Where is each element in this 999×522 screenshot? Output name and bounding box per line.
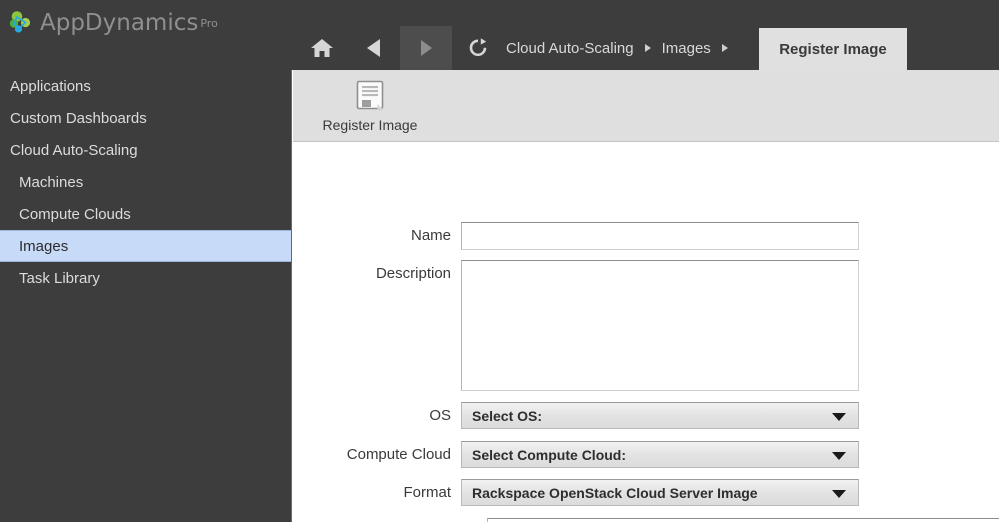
arrow-left-icon xyxy=(367,39,380,57)
register-image-form: Name Description OS Select OS: Compute C… xyxy=(293,143,999,522)
content-area: Register Image Name Description OS Selec… xyxy=(293,70,999,522)
compute-cloud-dropdown-value: Select Compute Cloud: xyxy=(472,446,627,463)
sidebar-item-label: Machines xyxy=(19,173,84,191)
chevron-down-icon xyxy=(832,489,846,498)
compute-cloud-dropdown[interactable]: Select Compute Cloud: xyxy=(461,441,859,468)
description-textarea[interactable] xyxy=(461,260,859,391)
form-row-os: OS Select OS: xyxy=(321,402,859,430)
sidebar-item-label: Compute Clouds xyxy=(19,205,131,223)
sidebar-item-images[interactable]: Images xyxy=(0,230,291,262)
sidebar-item-compute-clouds[interactable]: Compute Clouds xyxy=(0,198,291,230)
format-dropdown[interactable]: Rackspace OpenStack Cloud Server Image xyxy=(461,479,859,506)
arrow-right-icon xyxy=(421,40,432,56)
description-label: Description xyxy=(375,265,451,282)
image-ref-input[interactable] xyxy=(487,518,999,522)
chevron-down-icon xyxy=(832,451,846,460)
sidebar-item-label: Custom Dashboards xyxy=(10,109,147,127)
brand: AppDynamics Pro xyxy=(8,6,218,40)
breadcrumb-item-images[interactable]: Images xyxy=(660,40,713,57)
sidebar-item-applications[interactable]: Applications xyxy=(0,70,291,102)
top-header: AppDynamics Pro Cloud Auto-Scaling Image… xyxy=(0,0,999,70)
nav-buttons xyxy=(296,26,504,70)
brand-name: AppDynamics xyxy=(40,9,199,36)
refresh-button[interactable] xyxy=(452,26,504,70)
register-image-button[interactable]: Register Image xyxy=(318,78,422,133)
form-row-compute-cloud: Compute Cloud Select Compute Cloud: xyxy=(321,441,859,469)
sidebar-item-label: Applications xyxy=(10,77,91,95)
breadcrumb-tab-register-image[interactable]: Register Image xyxy=(759,28,907,70)
sidebar-item-custom-dashboards[interactable]: Custom Dashboards xyxy=(0,102,291,134)
format-dropdown-value: Rackspace OpenStack Cloud Server Image xyxy=(472,484,758,501)
form-row-image-ref: Image Ref✱ xyxy=(321,518,999,522)
molecule-logo-icon xyxy=(8,10,34,36)
home-button[interactable] xyxy=(296,26,348,70)
breadcrumb-separator-icon xyxy=(644,44,651,52)
form-row-name: Name xyxy=(321,222,859,250)
breadcrumb: Cloud Auto-Scaling Images xyxy=(504,26,737,70)
sidebar-item-cloud-auto-scaling[interactable]: Cloud Auto-Scaling xyxy=(0,134,291,166)
compute-cloud-label: Compute Cloud xyxy=(346,446,451,463)
save-floppy-icon xyxy=(356,80,384,110)
sidebar-item-label: Task Library xyxy=(19,269,100,287)
name-input[interactable] xyxy=(461,222,859,250)
sidebar-item-label: Images xyxy=(19,237,69,255)
sidebar-item-task-library[interactable]: Task Library xyxy=(0,262,291,294)
sidebar-item-label: Cloud Auto-Scaling xyxy=(10,141,138,159)
form-row-description: Description xyxy=(321,260,859,391)
breadcrumb-separator-icon xyxy=(721,44,728,52)
format-label: Format xyxy=(403,484,451,501)
os-label: OS xyxy=(429,407,451,424)
register-image-button-label: Register Image xyxy=(322,117,418,133)
chevron-down-icon xyxy=(832,412,846,421)
form-row-format: Format Rackspace OpenStack Cloud Server … xyxy=(321,479,859,507)
refresh-icon xyxy=(469,38,487,57)
sidebar: Applications Custom Dashboards Cloud Aut… xyxy=(0,70,292,522)
home-icon xyxy=(311,39,333,57)
os-dropdown-value: Select OS: xyxy=(472,407,543,424)
forward-button[interactable] xyxy=(400,26,452,70)
app-root: AppDynamics Pro Cloud Auto-Scaling Image… xyxy=(0,0,999,522)
brand-suffix: Pro xyxy=(200,16,218,30)
os-dropdown[interactable]: Select OS: xyxy=(461,402,859,429)
breadcrumb-item-cloud-auto-scaling[interactable]: Cloud Auto-Scaling xyxy=(504,40,636,57)
back-button[interactable] xyxy=(348,26,400,70)
sidebar-item-machines[interactable]: Machines xyxy=(0,166,291,198)
content-toolbar: Register Image xyxy=(293,70,999,142)
image-ref-label: Image Ref✱ xyxy=(321,518,487,522)
name-label: Name xyxy=(410,227,451,244)
